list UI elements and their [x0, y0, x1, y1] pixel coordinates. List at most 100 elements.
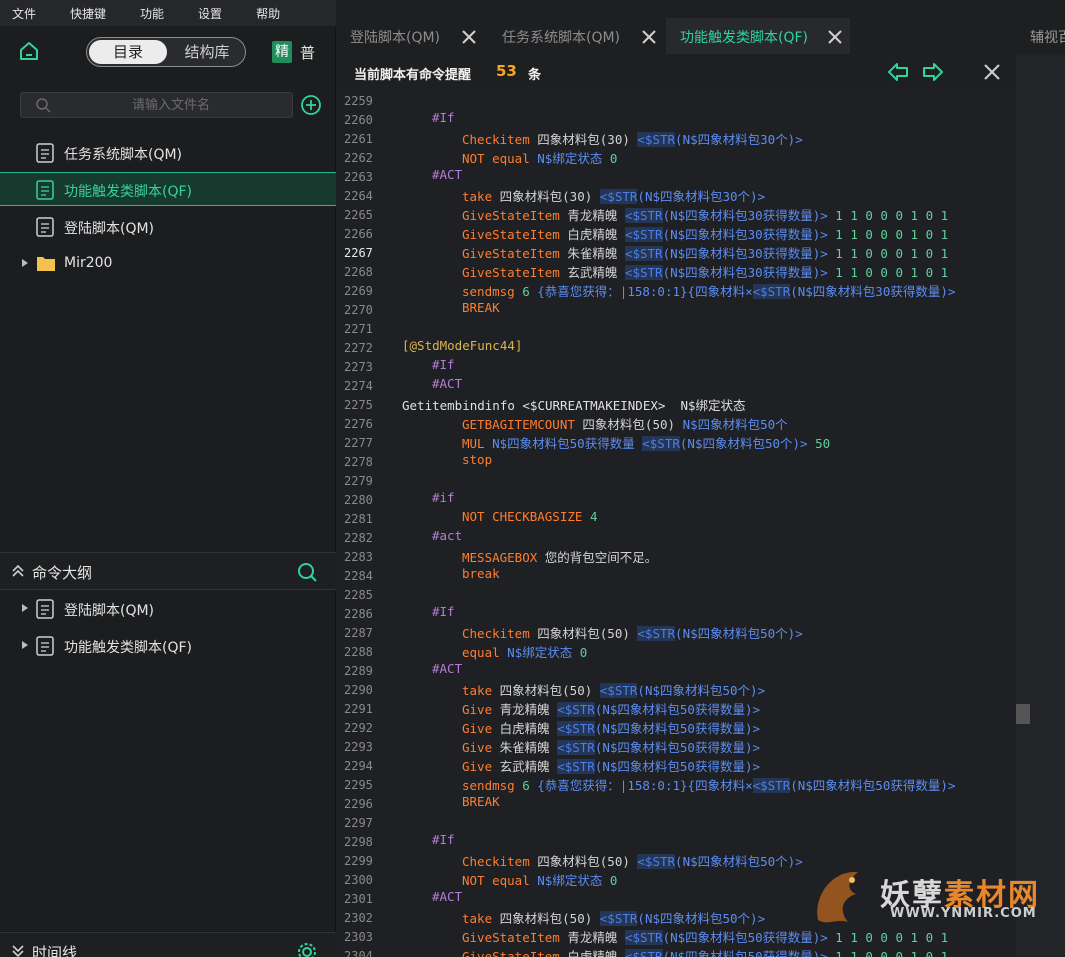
notice-unit: 条 — [528, 68, 542, 83]
line-number: 2273 — [344, 360, 373, 374]
code-line: Give 青龙精魄 <$STR(N$四象材料包50获得数量)> — [462, 702, 761, 717]
line-number: 2267 — [344, 246, 373, 260]
close-notice-icon[interactable] — [980, 60, 1004, 84]
code-line: GiveStateItem 青龙精魄 <$STR(N$四象材料包30获得数量)>… — [462, 208, 949, 223]
tab-directory[interactable]: 目录 — [89, 40, 167, 64]
add-file-icon[interactable] — [300, 94, 322, 116]
code-line: take 四象材料包(50) <$STR(N$四象材料包50个)> — [462, 911, 766, 926]
arrow-right-icon[interactable] — [921, 60, 945, 84]
code-line: equal N$绑定状态 0 — [462, 645, 588, 660]
document-icon — [36, 180, 54, 200]
code-line: #ACT — [432, 889, 463, 904]
dragon-logo-icon — [817, 871, 858, 923]
file-item-label: 功能触发类脚本(QF) — [64, 184, 192, 200]
code-line: #ACT — [432, 376, 463, 391]
code-line: GiveStateItem 白虎精魄 <$STR(N$四象材料包30获得数量)>… — [462, 227, 949, 242]
timeline-section-header[interactable]: 时间线 — [0, 932, 336, 957]
collapse-chevron-icon[interactable] — [10, 563, 26, 579]
expand-arrow-icon[interactable] — [22, 259, 28, 267]
file-item-login-script[interactable]: 登陆脚本(QM) — [0, 210, 336, 244]
home-icon[interactable] — [18, 40, 40, 62]
close-icon[interactable] — [640, 28, 658, 46]
code-line: Getitembindinfo <$CURREATMAKEINDEX> N$绑定… — [402, 398, 746, 413]
tab-structure-library[interactable]: 结构库 — [169, 40, 245, 64]
arrow-left-icon[interactable] — [886, 60, 910, 84]
scrollbar-thumb[interactable] — [1016, 704, 1030, 724]
outline-item-trigger[interactable]: 功能触发类脚本(QF) — [0, 629, 336, 663]
line-number: 2283 — [344, 550, 373, 564]
outline-item-label: 登陆脚本(QM) — [64, 603, 155, 619]
search-icon — [36, 98, 51, 113]
line-number: 2269 — [344, 284, 373, 298]
line-number: 2289 — [344, 664, 373, 678]
close-icon[interactable] — [460, 28, 478, 46]
code-line: take 四象材料包(50) <$STR(N$四象材料包50个)> — [462, 683, 766, 698]
expand-arrow-icon[interactable] — [22, 641, 28, 649]
menu-shortcuts[interactable]: 快捷键 — [70, 5, 106, 22]
line-number: 2286 — [344, 607, 373, 621]
line-number: 2263 — [344, 170, 373, 184]
line-number: 2274 — [344, 379, 373, 393]
file-item-label: 任务系统脚本(QM) — [64, 147, 183, 163]
code-line: BREAK — [462, 300, 500, 315]
line-number: 2265 — [344, 208, 373, 222]
file-item-trigger-script[interactable]: 功能触发类脚本(QF) — [0, 172, 336, 206]
menu-settings[interactable]: 设置 — [198, 5, 222, 22]
document-icon — [36, 143, 54, 163]
close-icon[interactable] — [826, 28, 844, 46]
file-item-label: 登陆脚本(QM) — [64, 221, 155, 237]
folder-item-mir200[interactable]: Mir200 — [0, 247, 336, 281]
tab-label: 功能触发类脚本(QF) — [680, 30, 808, 46]
tab-overflow[interactable]: 辅视百 — [1030, 18, 1065, 54]
code-line: #act — [432, 528, 463, 543]
outline-section-header[interactable]: 命令大纲 — [0, 552, 336, 590]
code-line: #If — [432, 604, 455, 619]
mode-precise-button[interactable]: 精 — [272, 41, 292, 63]
mode-normal-button[interactable]: 普 — [300, 42, 315, 63]
line-number: 2304 — [344, 949, 373, 957]
notice-text: 当前脚本有命令提醒 — [354, 68, 472, 83]
search-icon[interactable] — [296, 561, 318, 583]
code-line: sendmsg 6 {恭喜您获得：|158:0:1}{四象材料×<$STR(N$… — [462, 778, 956, 793]
tab-trigger-script[interactable]: 功能触发类脚本(QF) — [666, 18, 850, 54]
editor-scrollbar[interactable] — [1016, 54, 1065, 957]
line-number: 2288 — [344, 645, 373, 659]
line-number: 2299 — [344, 854, 373, 868]
code-line: NOT equal N$绑定状态 0 — [462, 873, 618, 888]
editor-tabs: 登陆脚本(QM) 任务系统脚本(QM) 功能触发类脚本(QF) 辅视百 — [336, 18, 1065, 54]
line-number-gutter: 2259 2260 2261 2262 2263 2264 2265 2266 2267 2268… — [336, 90, 392, 957]
line-number: 2284 — [344, 569, 373, 583]
code-line: #ACT — [432, 167, 463, 182]
tab-login-script[interactable]: 登陆脚本(QM) — [336, 18, 486, 54]
file-item-task-script[interactable]: 任务系统脚本(QM) — [0, 136, 336, 170]
expand-chevron-icon[interactable] — [10, 943, 26, 957]
line-number: 2280 — [344, 493, 373, 507]
code-line: Checkitem 四象材料包(50) <$STR(N$四象材料包50个)> — [462, 854, 803, 869]
line-number: 2266 — [344, 227, 373, 241]
menu-help[interactable]: 帮助 — [256, 5, 280, 22]
menu-file[interactable]: 文件 — [12, 5, 36, 22]
line-number: 2302 — [344, 911, 373, 925]
code-line: stop — [462, 452, 493, 467]
line-number: 2292 — [344, 721, 373, 735]
line-number: 2294 — [344, 759, 373, 773]
notice-count[interactable]: 53 — [496, 62, 517, 80]
gear-icon[interactable] — [296, 941, 318, 957]
outline-item-login[interactable]: 登陆脚本(QM) — [0, 592, 336, 626]
folder-label: Mir200 — [64, 255, 113, 271]
menu-features[interactable]: 功能 — [140, 5, 164, 22]
line-number: 2297 — [344, 816, 373, 830]
expand-arrow-icon[interactable] — [22, 604, 28, 612]
tab-task-script[interactable]: 任务系统脚本(QM) — [488, 18, 666, 54]
line-number: 2298 — [344, 835, 373, 849]
code-line: Give 朱雀精魄 <$STR(N$四象材料包50获得数量)> — [462, 740, 761, 755]
outline-title: 命令大纲 — [32, 564, 93, 582]
code-editor[interactable]: 2259 2260 2261 2262 2263 2264 2265 2266 2267 2268… — [336, 90, 1016, 957]
code-line: #If — [432, 357, 455, 372]
code-line: MUL N$四象材料包50获得数量 <$STR(N$四象材料包50个)> 50 — [462, 436, 831, 451]
line-number: 2275 — [344, 398, 373, 412]
code-line: #If — [432, 110, 455, 125]
line-number: 2271 — [344, 322, 373, 336]
file-search-input[interactable] — [61, 95, 281, 115]
code-line: MESSAGEBOX 您的背包空间不足。 — [462, 550, 658, 565]
